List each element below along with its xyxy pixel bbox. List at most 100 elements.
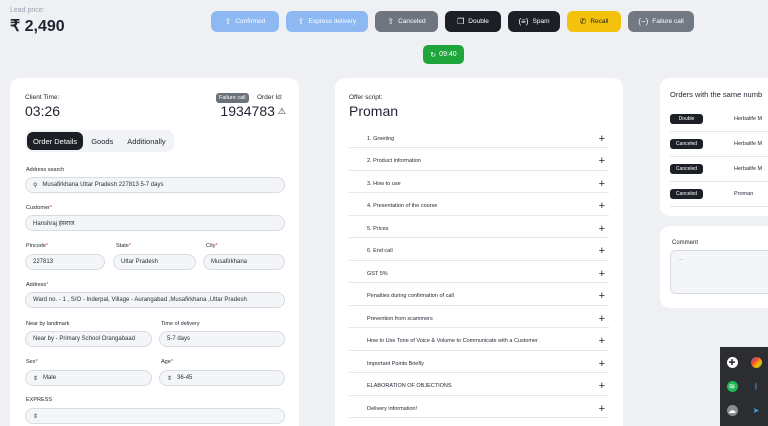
address-field[interactable]: Ward no. - 1 , S/O - Inderpal, Village -… (25, 292, 285, 308)
address-search-label: Address search (26, 167, 65, 173)
order-id-label: Order Id: (257, 94, 283, 101)
landmark-field[interactable]: Near by - Primary School Orangabaad (25, 331, 152, 347)
plus-icon: + (598, 200, 605, 212)
plus-icon: + (598, 312, 605, 325)
script-section[interactable]: How to Use Tone of Voice & Volume to Com… (349, 333, 609, 351)
telegram-icon[interactable]: ➤ (751, 405, 762, 416)
city-field[interactable]: Musafirkhana (203, 254, 285, 270)
plus-icon: + (598, 357, 605, 370)
plus-icon: + (598, 177, 605, 190)
order-status-badge: Double (670, 114, 703, 124)
script-section[interactable]: 5. Prices + (349, 220, 609, 238)
address-search-input[interactable]: ⚲ Musafirkhana Uttar Pradesh 227813 5-7 … (25, 177, 285, 193)
detail-tabs: Order Details Goods Additionally (25, 130, 174, 152)
address-label: Address* (26, 282, 49, 288)
failure-call-button[interactable]: (−) Failure call (628, 11, 694, 32)
order-row[interactable]: Double Herbalife M (670, 107, 768, 132)
script-section[interactable]: ELABORATION OF OBJECTIONS + (349, 378, 609, 396)
minus-box-icon: (−) (638, 16, 649, 26)
offer-script-name: Proman (349, 103, 399, 119)
bluetooth-icon[interactable]: ᛒ (751, 381, 762, 392)
lead-price-label: Lead price: (10, 7, 45, 14)
order-id-value: 1934783 (220, 103, 275, 119)
script-section[interactable]: 3. How to use + (349, 175, 609, 193)
client-time-value: 03:26 (25, 103, 61, 119)
plus-icon: + (598, 132, 605, 145)
select-arrows-icon: ⇕ (167, 375, 173, 382)
order-row[interactable]: Canceled Herbalife M (670, 132, 768, 157)
recall-button[interactable]: ✆ Recall (567, 11, 621, 32)
plus-icon: + (598, 380, 605, 392)
order-status-badge: Canceled (670, 164, 703, 174)
lead-price-value: ₹ 2,490 (10, 18, 65, 35)
customer-label: Customer* (26, 205, 52, 211)
script-section[interactable]: 6. End call + (349, 243, 609, 261)
select-arrows-icon: ⇕ (33, 413, 39, 420)
script-section-title: Prevention from scammers (367, 315, 433, 322)
script-section[interactable]: Important Points Briefly + (349, 355, 609, 373)
customer-field[interactable]: Hanshraj हंसराज (25, 215, 285, 231)
spotify-icon[interactable]: ≋ (726, 380, 738, 392)
tab-goods[interactable]: Goods (85, 132, 119, 150)
state-label: State* (116, 243, 131, 249)
plus-icon: + (598, 267, 605, 280)
age-select[interactable]: ⇕ 36-45 (159, 370, 285, 386)
warning-icon: ⚠ (277, 105, 286, 116)
plus-icon: + (598, 335, 605, 347)
network-icon[interactable]: ☁ (726, 404, 738, 416)
pincode-label: Pincode* (26, 243, 49, 249)
express-delivery-button[interactable]: ⇪ Express delivery (286, 11, 368, 32)
plus-icon: + (598, 245, 605, 257)
script-section-title: Delivery information! (367, 405, 418, 412)
system-tray: ✚ ≋ ᛒ ☁ ➤ (720, 347, 768, 426)
same-number-orders-panel: Orders with the same numb Double Herbali… (660, 78, 768, 216)
double-button[interactable]: ❐ Double (445, 11, 501, 32)
color-app-icon[interactable] (750, 357, 762, 369)
script-section-title: 1. Greeting (367, 135, 395, 142)
client-panel: Client Time: 03:26 Failure call Order Id… (10, 78, 299, 426)
script-section-title: 4. Presentation of the course (367, 203, 438, 209)
script-section[interactable]: 4. Presentation of the course + (349, 198, 609, 216)
status-badge: Failure call (216, 93, 249, 103)
script-section[interactable]: 2. Product information + (349, 153, 609, 171)
express-select[interactable]: ⇕ (25, 408, 285, 424)
city-label: City* (206, 243, 218, 249)
age-label: Age* (161, 359, 173, 365)
tab-additionally[interactable]: Additionally (121, 132, 171, 150)
script-section[interactable]: Prevention from scammers + (349, 310, 609, 328)
orders-title: Orders with the same numb (670, 90, 763, 99)
script-section-title: Important Points Briefly (367, 360, 424, 367)
script-section[interactable]: Delivery information! + (349, 400, 609, 418)
sex-label: Sex* (26, 359, 38, 365)
upload-icon: ⇪ (224, 16, 232, 26)
script-section-title: Penalties during confirmation of call (367, 293, 454, 299)
script-section-title: 2. Product information (367, 158, 421, 164)
script-section[interactable]: GST 5% + (349, 265, 609, 283)
canceled-button[interactable]: ⇪ Canceled (375, 11, 438, 32)
landmark-label: Near by landmark (26, 321, 70, 327)
order-row[interactable]: Canceled Proman (670, 182, 768, 207)
select-arrows-icon: ⇕ (33, 375, 39, 382)
sex-select[interactable]: ⇕ Male (25, 370, 152, 386)
comment-textarea[interactable]: ... (670, 250, 768, 294)
call-timer: ↻ 09:40 (423, 45, 464, 64)
script-section[interactable]: 1. Greeting + (349, 130, 609, 148)
tab-order-details[interactable]: Order Details (27, 132, 84, 150)
confirmed-button[interactable]: ⇪ Confirmed (211, 11, 279, 32)
plus-icon: + (598, 402, 605, 415)
order-status-badge: Canceled (670, 189, 703, 199)
plus-icon: + (598, 222, 605, 235)
state-field[interactable]: Uttar Pradesh (113, 254, 196, 270)
pincode-field[interactable]: 227813 (25, 254, 105, 270)
delivery-time-field[interactable]: 5-7 days (159, 331, 285, 347)
timer-icon: ↻ (430, 51, 437, 59)
copy-icon: ❐ (457, 16, 465, 26)
app-tray-icon[interactable]: ✚ (726, 357, 738, 369)
search-icon: ⚲ (33, 182, 38, 189)
script-section[interactable]: Penalties during confirmation of call + (349, 288, 609, 306)
lead-price: Lead price: ₹ 2,490 (10, 7, 65, 36)
order-row[interactable]: Canceled Herbalife M (670, 157, 768, 182)
order-product: Herbalife M (734, 141, 763, 147)
order-id: 1934783 ⚠ (220, 103, 286, 119)
spam-button[interactable]: (≡) Spam (508, 11, 560, 32)
